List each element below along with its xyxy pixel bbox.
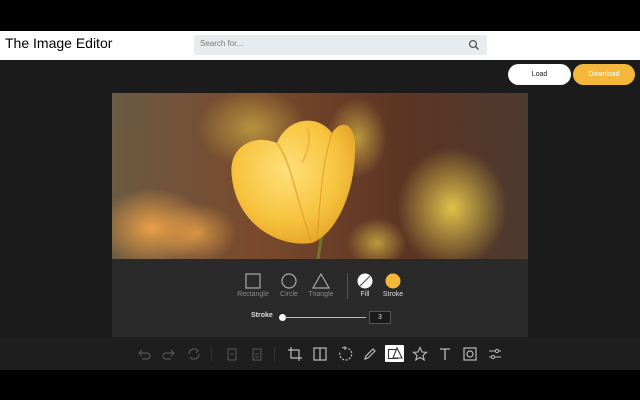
draw-button[interactable] bbox=[362, 346, 378, 362]
undo-icon bbox=[138, 349, 151, 360]
filter-button[interactable] bbox=[487, 346, 503, 362]
download-button[interactable]: Download bbox=[573, 64, 635, 85]
delete-icon bbox=[227, 348, 237, 361]
circle-icon bbox=[281, 273, 297, 289]
reset-button[interactable] bbox=[186, 346, 202, 362]
rotate-button[interactable] bbox=[337, 346, 353, 362]
delete-all-icon bbox=[252, 348, 262, 361]
stroke-width-slider[interactable] bbox=[282, 317, 366, 318]
star-icon bbox=[412, 346, 428, 362]
search-input[interactable]: Search for... bbox=[194, 35, 487, 55]
flip-icon bbox=[313, 347, 327, 361]
crop-icon bbox=[288, 347, 302, 361]
stroke-option[interactable]: Stroke bbox=[371, 273, 415, 298]
editor-workspace: Load Download Rectangle Circle Triangle … bbox=[0, 60, 640, 370]
shape-button[interactable] bbox=[385, 345, 404, 362]
shape-triangle[interactable]: Triangle bbox=[299, 273, 343, 298]
text-icon bbox=[440, 348, 450, 360]
tulip-photo bbox=[112, 93, 528, 259]
stroke-color-icon bbox=[385, 273, 401, 289]
shape-icon bbox=[387, 346, 403, 360]
filter-icon bbox=[489, 348, 501, 360]
crop-button[interactable] bbox=[287, 346, 303, 362]
text-button[interactable] bbox=[437, 346, 453, 362]
rectangle-icon bbox=[245, 273, 261, 289]
mask-button[interactable] bbox=[462, 346, 478, 362]
redo-icon bbox=[162, 349, 175, 360]
app-title: The Image Editor bbox=[5, 35, 113, 51]
image-canvas[interactable]: Rectangle Circle Triangle Fill Stroke St… bbox=[112, 93, 528, 337]
stroke-color-label: Stroke bbox=[382, 291, 404, 298]
icon-button[interactable] bbox=[412, 346, 428, 362]
stroke-width-label: Stroke bbox=[251, 312, 273, 319]
undo-button[interactable] bbox=[136, 346, 152, 362]
top-bar: The Image Editor Search for... bbox=[0, 31, 640, 60]
shape-label: Triangle bbox=[308, 291, 334, 298]
toolbar-divider bbox=[211, 347, 212, 361]
rotate-icon bbox=[339, 346, 353, 361]
redo-button[interactable] bbox=[161, 346, 177, 362]
load-button[interactable]: Load bbox=[508, 64, 571, 85]
toolbar-divider bbox=[274, 347, 275, 361]
stroke-width-value[interactable]: 3 bbox=[369, 311, 391, 324]
editor-toolbar bbox=[0, 337, 640, 370]
mask-icon bbox=[463, 347, 477, 361]
search-icon[interactable] bbox=[468, 39, 480, 51]
stroke-slider-thumb[interactable] bbox=[279, 314, 286, 321]
flip-button[interactable] bbox=[312, 346, 328, 362]
search-placeholder: Search for... bbox=[200, 39, 244, 48]
reset-icon bbox=[188, 348, 200, 360]
draw-icon bbox=[364, 348, 376, 360]
shape-options-panel: Rectangle Circle Triangle Fill Stroke St… bbox=[112, 259, 528, 337]
delete-all-button[interactable] bbox=[249, 346, 265, 362]
delete-button[interactable] bbox=[224, 346, 240, 362]
triangle-icon bbox=[312, 273, 330, 289]
